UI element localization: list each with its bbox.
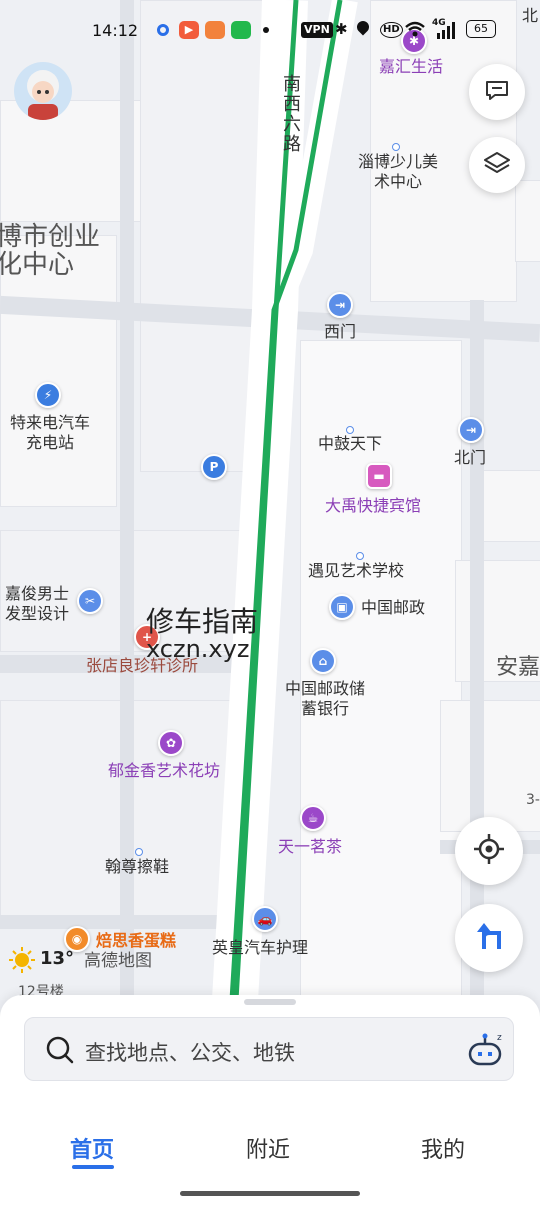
poi-shoes[interactable]: 翰尊擦鞋 xyxy=(105,857,169,877)
poi-zhonggu[interactable]: 中鼓天下 xyxy=(318,434,382,454)
poi-ximen[interactable]: 西门 xyxy=(324,322,356,342)
locate-button[interactable] xyxy=(455,817,523,885)
locate-icon xyxy=(472,832,506,870)
video-app-icon: ▶ xyxy=(179,21,199,39)
avatar[interactable] xyxy=(14,62,72,120)
battery-icon: 65 xyxy=(466,20,496,38)
bottom-sheet[interactable]: 查找地点、公交、地铁 z 首页 附近 我的 xyxy=(0,995,540,1206)
tab-nearby[interactable]: 附近 xyxy=(246,1132,290,1164)
sun-icon xyxy=(8,946,36,974)
poi-tea[interactable]: 天一茗茶 xyxy=(278,837,342,857)
hotel-icon[interactable]: ▬ xyxy=(366,463,392,489)
assistant-icon[interactable]: z xyxy=(466,1030,506,1074)
battery-level: 65 xyxy=(474,22,488,35)
poi-charging[interactable]: 特来电汽车充电站 xyxy=(10,413,90,453)
tab-mine[interactable]: 我的 xyxy=(421,1132,465,1164)
bank-icon[interactable]: ⌂ xyxy=(310,648,336,674)
poi-flower[interactable]: 郁金香艺术花坊 xyxy=(108,761,220,781)
poi-zibo-art[interactable]: 淄博少儿美术中心 xyxy=(358,152,438,192)
sheet-handle[interactable] xyxy=(244,999,296,1005)
svg-text:z: z xyxy=(497,1033,502,1043)
poi-art-school[interactable]: 遇见艺术学校 xyxy=(308,561,404,581)
area-label: 博市创业 xyxy=(0,222,101,252)
poi-dot-icon xyxy=(392,143,400,151)
wifi-icon xyxy=(404,19,426,43)
poi-dot-icon xyxy=(356,552,364,560)
gate-icon[interactable]: ⇥ xyxy=(327,292,353,318)
gate-icon[interactable]: ⇥ xyxy=(458,417,484,443)
home-indicator xyxy=(180,1191,360,1196)
tea-icon[interactable]: ☕ xyxy=(300,805,326,831)
chat-icon xyxy=(483,76,511,108)
search-bar[interactable]: 查找地点、公交、地铁 z xyxy=(24,1017,514,1081)
poi-post[interactable]: 中国邮政 xyxy=(361,598,425,618)
edge-label: 3- xyxy=(526,792,540,808)
hd-badge: HD xyxy=(380,22,403,38)
layers-icon xyxy=(482,148,512,182)
poi-jiajun[interactable]: 嘉俊男士发型设计 xyxy=(0,584,76,624)
tab-active-indicator xyxy=(72,1165,114,1169)
parking-icon[interactable]: P xyxy=(201,454,227,480)
wechat-app-icon xyxy=(231,21,251,39)
bluetooth-icon: ✱ xyxy=(335,20,348,38)
signal-icon xyxy=(436,21,458,43)
vpn-badge: VPN xyxy=(301,22,333,38)
poi-dot-icon xyxy=(346,426,354,434)
poi-car-care[interactable]: 英皇汽车护理 xyxy=(212,938,308,958)
map-view[interactable]: 南西六路 博市创业 化中心 北 安嘉 3- 12号楼 ✱ 嘉汇生活 淄博少儿美术… xyxy=(0,0,540,1000)
status-bar: 14:12 ▶ VPN ✱ HD 4G 65 xyxy=(0,0,540,60)
car-icon[interactable]: 🚗 xyxy=(252,906,278,932)
poi-beimen[interactable]: 北门 xyxy=(454,448,486,468)
charging-icon[interactable]: ⚡ xyxy=(35,382,61,408)
more-dot-icon xyxy=(263,27,269,33)
poi-bank[interactable]: 中国邮政储蓄银行 xyxy=(285,679,365,719)
music-app-icon xyxy=(205,21,225,39)
poi-jiahui[interactable]: 嘉汇生活 xyxy=(379,57,443,77)
weather-temp[interactable]: 13° xyxy=(40,949,74,969)
poi-dot-icon xyxy=(135,848,143,856)
post-icon[interactable]: ▣ xyxy=(329,594,355,620)
location-icon xyxy=(354,18,372,36)
street-label: 南西六路 xyxy=(283,74,301,155)
poi-dayu[interactable]: 大禹快捷宾馆 xyxy=(325,496,421,516)
watermark: 修车指南 xyxy=(146,605,259,638)
status-time: 14:12 xyxy=(92,21,139,40)
area-label: 化中心 xyxy=(0,250,75,280)
tab-home[interactable]: 首页 xyxy=(70,1132,114,1164)
poi-cake[interactable]: 焙思香蛋糕 xyxy=(96,931,176,951)
notification-icon xyxy=(157,24,169,36)
watermark: xczn.xyz xyxy=(146,635,250,663)
map-logo: 高德地图 xyxy=(84,951,152,971)
feedback-button[interactable] xyxy=(469,64,525,120)
route-button[interactable] xyxy=(455,904,523,972)
route-arrow-icon xyxy=(472,919,506,957)
edge-label: 安嘉 xyxy=(496,655,540,680)
search-icon xyxy=(45,1035,75,1069)
barber-icon[interactable]: ✂ xyxy=(77,588,103,614)
flower-icon[interactable]: ✿ xyxy=(158,730,184,756)
layers-button[interactable] xyxy=(469,137,525,193)
search-input[interactable]: 查找地点、公交、地铁 xyxy=(85,1037,295,1067)
